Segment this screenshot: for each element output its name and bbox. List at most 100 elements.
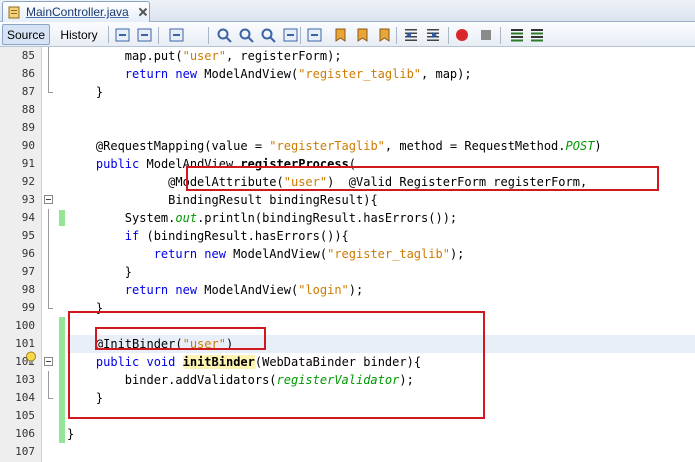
line-number: 103 <box>15 373 35 386</box>
code-token: ModelAndView( <box>197 283 299 297</box>
fold-toggle-icon[interactable] <box>44 195 53 204</box>
line-number: 97 <box>21 265 35 278</box>
find-next-icon[interactable] <box>261 28 276 43</box>
line-number: 95 <box>21 229 35 242</box>
comment-icon[interactable] <box>511 29 523 42</box>
code-token: public <box>95 157 140 171</box>
fold-guide-end <box>48 92 53 93</box>
code-token: } <box>67 427 75 441</box>
annotation-box-model-attribute <box>186 166 659 191</box>
next-bookmark-icon[interactable] <box>357 28 368 42</box>
tab-history[interactable]: History <box>54 24 104 45</box>
toolbar-divider <box>108 26 109 43</box>
shift-right-icon[interactable] <box>427 29 439 41</box>
code-line[interactable]: } <box>67 263 695 281</box>
fold-guide-end <box>48 308 53 309</box>
code-token: "register_taglib" <box>327 247 450 261</box>
code-token: return new <box>124 283 198 297</box>
line-number: 94 <box>21 211 35 224</box>
code-token: ModelAndView( <box>225 247 328 261</box>
fold-toggle-icon[interactable] <box>44 357 53 366</box>
line-number: 107 <box>15 445 35 458</box>
lightbulb-hint-icon[interactable] <box>25 351 37 366</box>
code-token: @RequestMapping(value = <box>95 139 270 153</box>
toolbar-divider <box>448 27 449 44</box>
line-number: 87 <box>21 85 35 98</box>
code-token: if <box>124 229 140 243</box>
code-line[interactable]: return new ModelAndView("register_taglib… <box>67 65 695 83</box>
code-line[interactable]: if (bindingResult.hasErrors()){ <box>67 227 695 245</box>
forward-icon[interactable] <box>169 28 184 42</box>
start-macro-icon[interactable] <box>456 29 468 41</box>
code-line[interactable]: map.put("user", registerForm); <box>67 47 695 65</box>
line-number: 93 <box>21 193 35 206</box>
code-line[interactable] <box>67 101 695 119</box>
code-line[interactable]: System.out.println(bindingResult.hasErro… <box>67 209 695 227</box>
line-number: 100 <box>15 319 35 332</box>
line-number: 104 <box>15 391 35 404</box>
code-token: ); <box>348 283 364 297</box>
code-token: return new <box>124 67 198 81</box>
close-icon[interactable] <box>138 7 148 17</box>
code-token: "user" <box>182 49 226 63</box>
tab-source[interactable]: Source <box>2 24 50 45</box>
toolbar-divider <box>500 27 501 44</box>
back-icon[interactable] <box>137 28 152 42</box>
line-number: 91 <box>21 157 35 170</box>
java-file-icon <box>8 6 20 18</box>
find-selection-icon[interactable] <box>217 28 232 43</box>
find-previous-icon[interactable] <box>239 28 254 43</box>
code-token: } <box>124 265 133 279</box>
line-number: 89 <box>21 121 35 134</box>
code-token: out <box>175 211 198 225</box>
code-line[interactable]: @RequestMapping(value = "registerTaglib"… <box>67 137 695 155</box>
code-line[interactable]: return new ModelAndView("login"); <box>67 281 695 299</box>
changed-line-marker <box>59 317 65 443</box>
changed-line-marker <box>59 210 65 226</box>
code-token: , method = RequestMethod. <box>384 139 566 153</box>
previous-bookmark-icon[interactable] <box>335 28 346 42</box>
toolbar-divider <box>208 27 209 44</box>
tab-main-controller[interactable]: MainController.java <box>2 1 150 22</box>
uncomment-icon[interactable] <box>531 29 543 42</box>
code-line[interactable] <box>67 119 695 137</box>
code-token: ) <box>594 139 602 153</box>
code-token: , registerForm); <box>225 49 342 63</box>
code-line[interactable]: return new ModelAndView("register_taglib… <box>67 245 695 263</box>
code-token: "registerTaglib" <box>269 139 385 153</box>
toggle-bookmark-icon[interactable] <box>379 28 390 42</box>
line-number: 105 <box>15 409 35 422</box>
stop-macro-icon[interactable] <box>481 30 491 40</box>
code-line[interactable] <box>67 443 695 461</box>
code-line[interactable]: } <box>67 425 695 443</box>
line-number: 99 <box>21 301 35 314</box>
line-number-gutter: 85 86 87 88 89 90 91 92 93 94 95 96 97 98 99 100 101 102 1… <box>0 47 42 462</box>
code-line[interactable]: } <box>67 83 695 101</box>
shift-left-icon[interactable] <box>405 29 417 41</box>
code-line[interactable]: BindingResult bindingResult){ <box>67 191 695 209</box>
code-token: return new <box>153 247 226 261</box>
editor-tab-strip: MainController.java <box>0 0 695 22</box>
code-token: ); <box>449 247 465 261</box>
line-number: 85 <box>21 49 35 62</box>
code-token: .println(bindingResult.hasErrors()); <box>197 211 458 225</box>
toolbar-divider <box>158 27 159 44</box>
code-token: (bindingResult.hasErrors()){ <box>139 229 349 243</box>
last-edit-icon[interactable] <box>115 28 130 42</box>
code-token: , map); <box>421 67 472 81</box>
toggle-rect-selection-icon[interactable] <box>307 28 322 42</box>
line-number: 86 <box>21 67 35 80</box>
line-number: 92 <box>21 175 35 188</box>
toggle-highlight-icon[interactable] <box>283 28 298 42</box>
line-number: 98 <box>21 283 35 296</box>
